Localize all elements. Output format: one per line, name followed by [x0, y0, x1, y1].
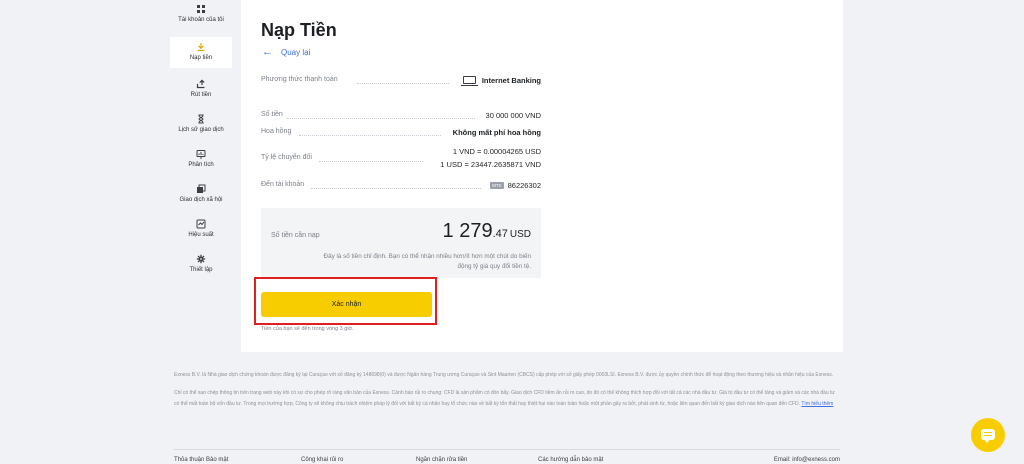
dotted-leader — [357, 83, 449, 84]
detail-value: MTK 86226302 — [490, 181, 541, 190]
footer-legal: Exness B.V. là Nhà giao dịch chứng khoán… — [174, 370, 840, 417]
copy-icon — [196, 184, 206, 194]
detail-label: Phương thức thanh toán — [261, 76, 338, 83]
summary-amount: 1 279.47 USD — [442, 220, 531, 242]
sidebar-item-label: Tài khoản của tôi — [178, 17, 224, 23]
sidebar-item-label: Giao dịch xã hội — [179, 197, 223, 203]
footer-link-risk[interactable]: Công khai rủi ro — [301, 457, 343, 463]
back-label: Quay lại — [281, 48, 311, 57]
detail-label: Đến tài khoản — [261, 181, 305, 188]
footer-paragraph: Chỉ có thể sao chép thông tin trên trang… — [174, 390, 835, 407]
dotted-leader — [287, 118, 475, 119]
sidebar-item-label: Phân tích — [188, 162, 214, 168]
account-type-badge: MTK — [490, 182, 504, 189]
footer-email[interactable]: Email: info@exness.com — [774, 457, 840, 463]
detail-label: Tỷ lệ chuyển đổi — [261, 154, 312, 161]
detail-row-to-account: Đến tài khoản MTK 86226302 — [261, 181, 541, 193]
detail-row-commission: Hoa hồng Không mất phí hoa hồng — [261, 128, 541, 140]
footer-link-aml[interactable]: Ngăn chặn rửa tiền — [416, 457, 467, 463]
confirm-note: Tiền của bạn sẽ đến trong vòng 3 giờ. — [261, 326, 354, 332]
sidebar-item-performance[interactable]: Hiệu suất — [170, 219, 232, 243]
footer-divider — [174, 449, 840, 450]
page-title: Nạp Tiền — [261, 20, 337, 40]
back-link[interactable]: ← Quay lại — [262, 46, 310, 58]
detail-value: 1 VND = 0.00004265 USD — [452, 147, 541, 156]
laptop-icon — [460, 76, 478, 86]
sidebar: Tài khoản của tôi Nạp tiền Rút tiền Lịch… — [170, 0, 232, 290]
confirm-button[interactable]: Xác nhận — [261, 292, 432, 317]
summary-note: Đây là số tiền chỉ định. Bạn có thể nhận… — [323, 253, 531, 270]
sidebar-item-my-account[interactable]: Tài khoản của tôi — [170, 4, 232, 30]
arrow-left-icon: ← — [262, 46, 273, 58]
sidebar-item-settings[interactable]: Thiết lập — [170, 254, 232, 278]
detail-value: Internet Banking — [460, 76, 541, 86]
performance-icon — [196, 219, 206, 229]
dotted-leader — [299, 135, 441, 136]
chart-icon — [196, 149, 206, 159]
sidebar-item-withdraw[interactable]: Rút tiền — [170, 79, 232, 103]
sidebar-item-label: Lịch sử giao dịch — [178, 127, 224, 133]
hourglass-icon — [196, 114, 206, 124]
chat-button[interactable] — [971, 418, 1005, 452]
chat-icon — [981, 429, 995, 443]
grid-icon — [196, 4, 206, 14]
footer-link-security[interactable]: Các hướng dẫn bảo mật — [538, 457, 603, 463]
sidebar-item-analytics[interactable]: Phân tích — [170, 149, 232, 173]
detail-value: Không mất phí hoa hồng — [452, 128, 541, 137]
sidebar-item-label: Hiệu suất — [188, 232, 214, 238]
dotted-leader — [319, 161, 423, 162]
summary-label: Số tiền cần nạp — [271, 232, 320, 239]
sidebar-item-social-trading[interactable]: Giao dịch xã hội — [170, 184, 232, 208]
footer-paragraph: Exness B.V. là Nhà giao dịch chứng khoán… — [174, 372, 834, 378]
detail-value: 1 USD = 23447.2635871 VND — [440, 160, 541, 169]
learn-more-link[interactable]: Tìm hiểu thêm — [801, 401, 833, 407]
footer-link-privacy[interactable]: Thỏa thuận Bảo mật — [174, 457, 228, 463]
sidebar-item-label: Rút tiền — [190, 92, 212, 98]
detail-label: Hoa hồng — [261, 128, 292, 135]
deposit-summary: Số tiền cần nạp 1 279.47 USD Đây là số ti… — [261, 208, 541, 278]
detail-row-payment-method: Phương thức thanh toán Internet Banking — [261, 76, 541, 88]
download-icon — [196, 42, 206, 52]
deposit-card: Nạp Tiền ← Quay lại Phương thức thanh toá… — [241, 0, 843, 352]
detail-row-amount: Số tiền 30 000 000 VND — [261, 111, 541, 123]
sidebar-item-deposit[interactable]: Nạp tiền — [170, 37, 232, 68]
sidebar-item-history[interactable]: Lịch sử giao dịch — [170, 114, 232, 138]
sidebar-item-label: Thiết lập — [189, 267, 213, 273]
gear-icon — [196, 254, 206, 264]
detail-value: 30 000 000 VND — [485, 111, 541, 120]
dotted-leader — [311, 188, 481, 189]
detail-row-rate: Tỷ lệ chuyển đổi 1 VND = 0.00004265 USD … — [261, 146, 541, 172]
upload-icon — [196, 79, 206, 89]
detail-label: Số tiền — [261, 111, 283, 118]
sidebar-item-label: Nạp tiền — [189, 55, 213, 61]
